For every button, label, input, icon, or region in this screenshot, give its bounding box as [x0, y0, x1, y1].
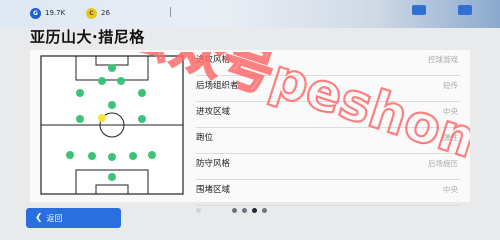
page-dot[interactable] [196, 208, 201, 213]
top-divider [170, 7, 171, 17]
settings-icon[interactable] [458, 5, 472, 15]
page-dot[interactable] [232, 208, 237, 213]
coin-value: 26 [101, 9, 110, 17]
attribute-value: 中央 [443, 107, 458, 116]
gp-balance: G 19.7K [30, 6, 65, 20]
player-dot [108, 173, 116, 181]
back-button-label: 返回 [46, 213, 63, 223]
attribute-row[interactable]: 围堵区域 中央 [196, 180, 460, 206]
coin-balance: C 26 [86, 6, 110, 20]
attribute-value: 短传 [443, 81, 458, 90]
page-dot[interactable] [242, 208, 247, 213]
attribute-row[interactable]: 防守风格 后场施压 [196, 154, 460, 180]
top-status-bar: G 19.7K C 26 [0, 0, 500, 28]
attribute-value: 弹性 [443, 133, 458, 142]
player-dot [117, 77, 125, 85]
player-dot [88, 152, 96, 160]
player-dot [98, 77, 106, 85]
attribute-value: 后场施压 [428, 159, 458, 168]
attribute-label: 进攻区域 [196, 107, 231, 117]
player-dot [66, 151, 74, 159]
page-title: 亚历山大·措尼格 [30, 28, 145, 46]
page-indicator [196, 208, 276, 216]
tactics-attribute-list: 进攻风格 控球游戏 后场组织者 短传 进攻区域 中央 跑位 弹性 防守风格 后场… [196, 50, 460, 206]
player-dot-highlighted [98, 114, 106, 122]
attribute-label: 防守风格 [196, 159, 231, 169]
attribute-row[interactable]: 后场组织者 短传 [196, 76, 460, 102]
attribute-row[interactable]: 跑位 弹性 [196, 128, 460, 154]
gp-coin-icon: G [30, 7, 41, 19]
gold-coin-icon: C [86, 7, 97, 19]
menu-icon[interactable] [412, 5, 426, 15]
player-dot [129, 152, 137, 160]
player-dot [108, 64, 116, 72]
back-button[interactable]: ❮ 返回 [26, 208, 121, 228]
player-dot [148, 151, 156, 159]
attribute-row[interactable]: 进攻区域 中央 [196, 102, 460, 128]
attribute-label: 跑位 [196, 133, 214, 143]
gp-value: 19.7K [45, 9, 66, 17]
attribute-label: 进攻风格 [196, 55, 231, 65]
player-dot [76, 115, 84, 123]
attribute-label: 后场组织者 [196, 81, 239, 91]
formation-pitch [40, 55, 184, 195]
page-dot-active[interactable] [252, 208, 257, 213]
chevron-left-icon: ❮ [35, 213, 43, 223]
player-dot [108, 101, 116, 109]
page-dot[interactable] [262, 208, 267, 213]
attribute-label: 围堵区域 [196, 185, 231, 195]
attribute-row[interactable]: 进攻风格 控球游戏 [196, 50, 460, 76]
attribute-value: 中央 [443, 185, 458, 194]
player-dot [76, 89, 84, 97]
player-dot [138, 89, 146, 97]
player-dot [108, 153, 116, 161]
attribute-value: 控球游戏 [428, 55, 458, 64]
player-dot [138, 115, 146, 123]
